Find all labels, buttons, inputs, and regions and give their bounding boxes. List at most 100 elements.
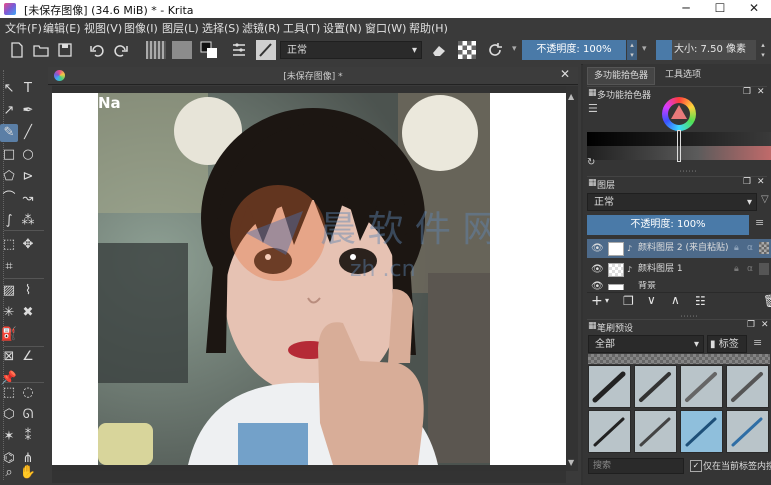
rect-select-icon[interactable]: ⬚ (0, 384, 18, 402)
measure-tool-icon[interactable]: ∠ (19, 348, 37, 366)
scroll-up-icon[interactable]: ▲ (568, 92, 574, 101)
add-layer-icon[interactable]: + (591, 293, 603, 309)
size-slider[interactable]: 大小: 7.50 像素 (656, 40, 756, 60)
brush-tag-button[interactable]: ▮ 标签 (707, 335, 747, 353)
menu-edit[interactable]: 编辑(E) (43, 20, 81, 36)
maximize-button[interactable]: ☐ (703, 0, 737, 18)
freehand-path-icon[interactable]: ↝ (19, 190, 37, 208)
brush-preset-tile[interactable] (726, 365, 769, 408)
reset-colors-icon[interactable]: ↻ (587, 157, 595, 168)
lock-icon[interactable]: 🔒︎ (734, 260, 739, 279)
float-docker-icon[interactable]: ❐ (743, 87, 751, 97)
layer-row[interactable]: 👁 ♪ 颜料图层 2 (来自粘贴) 🔒︎ α (587, 239, 771, 258)
open-folder-icon[interactable] (32, 41, 50, 59)
menu-image[interactable]: 图像(I) (124, 20, 158, 36)
line-tool-icon[interactable]: ╱ (19, 124, 37, 142)
menu-layer[interactable]: 图层(L) (162, 20, 199, 36)
layer-properties-icon[interactable]: ☷ (695, 294, 706, 308)
gradient-swatch-icon[interactable] (146, 41, 166, 59)
brush-preset-tile[interactable] (726, 410, 769, 453)
visibility-eye-icon[interactable]: 👁 (591, 260, 604, 279)
edit-shapes-icon[interactable]: ↗ (0, 102, 18, 120)
menu-file[interactable]: 文件(F) (5, 20, 42, 36)
brush-preset-icon[interactable] (256, 40, 276, 60)
layer-name[interactable]: 背景 (638, 281, 656, 290)
minimize-button[interactable]: ─ (669, 0, 703, 18)
dynamic-brush-icon[interactable]: ∫ (0, 212, 18, 230)
brush-preset-tile[interactable] (588, 365, 631, 408)
blend-mode-select[interactable]: 正常 ▾ (280, 41, 422, 59)
visibility-eye-icon[interactable]: 👁 (591, 281, 604, 290)
zoom-tool-icon[interactable]: ⌕ (0, 464, 18, 482)
save-icon[interactable] (56, 41, 74, 59)
opacity-spin-icon[interactable]: ▴ ▾ (627, 40, 637, 60)
alpha-lock-icon[interactable] (458, 41, 476, 59)
polygon-select-icon[interactable]: ⬡ (0, 406, 18, 424)
brush-preset-tile[interactable] (634, 365, 677, 408)
pan-tool-icon[interactable]: ✋ (19, 464, 37, 482)
polygon-tool-icon[interactable]: ⬠ (0, 168, 18, 186)
ellipse-tool-icon[interactable]: ○ (19, 146, 37, 164)
pattern-swatch-icon[interactable] (172, 41, 192, 59)
brush-preset-tile-selected[interactable] (680, 410, 723, 453)
move-layer-up-icon[interactable]: ∧ (671, 293, 680, 307)
crop-tool-icon[interactable]: ⌗ (0, 258, 18, 276)
opacity-slider[interactable]: 不透明度: 100% (522, 40, 626, 60)
document-tab[interactable]: [未保存图像] * ✕ (48, 67, 578, 85)
transform-tool-icon[interactable]: ⬚ (0, 236, 18, 254)
scroll-down-icon[interactable]: ▼ (568, 458, 574, 467)
smart-patch-icon[interactable]: ✖ (19, 304, 37, 322)
menu-view[interactable]: 视图(V) (84, 20, 122, 36)
menu-filter[interactable]: 滤镜(R) (242, 20, 280, 36)
new-document-icon[interactable] (8, 41, 26, 59)
fill-tool-icon[interactable]: ⛽ (0, 326, 18, 344)
layer-name[interactable]: 颜料图层 1 (638, 260, 683, 279)
color-picker-icon[interactable]: ⌇ (19, 282, 37, 300)
float-docker-icon[interactable]: ❐ (743, 177, 751, 187)
brush-preset-tile[interactable] (588, 410, 631, 453)
search-current-tag-checkbox[interactable]: ✓ (690, 460, 702, 472)
layer-opacity-slider[interactable]: 不透明度: 100% (587, 215, 749, 235)
menu-window[interactable]: 窗口(W) (365, 20, 406, 36)
brush-preset-tile[interactable] (634, 410, 677, 453)
duplicate-layer-icon[interactable]: ❐ (623, 294, 634, 308)
eraser-icon[interactable] (430, 41, 448, 59)
close-docker-icon[interactable]: ✕ (757, 87, 765, 97)
brush-menu-icon[interactable]: ≡ (753, 336, 762, 349)
menu-select[interactable]: 选择(S) (202, 20, 240, 36)
float-docker-icon[interactable]: ❐ (747, 320, 755, 330)
alpha-icon[interactable]: α (747, 260, 753, 279)
freehand-brush-icon[interactable]: ✎ (0, 124, 18, 142)
color-settings-icon[interactable]: ☰ (588, 102, 598, 115)
layer-filter-icon[interactable]: ▽ (761, 194, 769, 205)
layer-row[interactable]: 👁 ♪ 颜料图层 1 🔒︎ α (587, 260, 771, 279)
delete-layer-icon[interactable]: 🗑︎ (763, 294, 771, 308)
slider-handle[interactable] (677, 130, 681, 162)
horizontal-scrollbar[interactable] (52, 471, 566, 483)
move-layer-down-icon[interactable]: ∨ (647, 293, 656, 307)
saturation-triangle[interactable] (670, 104, 688, 120)
reload-preset-icon[interactable] (486, 41, 504, 59)
menu-help[interactable]: 帮助(H) (409, 20, 448, 36)
rectangle-tool-icon[interactable]: □ (0, 146, 18, 164)
gradient-tool-icon[interactable]: ▨ (0, 282, 18, 300)
colorize-mask-icon[interactable]: ✳ (0, 304, 18, 322)
undo-icon[interactable] (88, 41, 106, 59)
freehand-select-icon[interactable]: ᘏ (19, 406, 37, 424)
close-document-icon[interactable]: ✕ (560, 67, 570, 81)
close-docker-icon[interactable]: ✕ (761, 320, 769, 330)
menu-tools[interactable]: 工具(T) (283, 20, 320, 36)
size-spin-icon[interactable]: ▴ ▾ (758, 40, 768, 60)
close-docker-icon[interactable]: ✕ (757, 177, 765, 187)
brush-settings-icon[interactable] (230, 41, 248, 59)
brush-tag-filter[interactable]: 全部 ▾ (588, 335, 704, 353)
move-tool-icon[interactable]: ✥ (19, 236, 37, 254)
calligraphy-icon[interactable]: ✒ (19, 102, 37, 120)
layer-name[interactable]: 颜料图层 2 (来自粘贴) (638, 239, 728, 258)
layer-menu-icon[interactable]: ≡ (755, 216, 764, 229)
assistant-tool-icon[interactable]: ⊠ (0, 348, 18, 366)
brush-search-input[interactable]: 搜索 (588, 458, 684, 474)
tab-tool-options[interactable]: 工具选项 (659, 67, 707, 83)
brush-preset-tile[interactable] (680, 365, 723, 408)
chevron-down-icon[interactable]: ▾ (605, 296, 609, 305)
